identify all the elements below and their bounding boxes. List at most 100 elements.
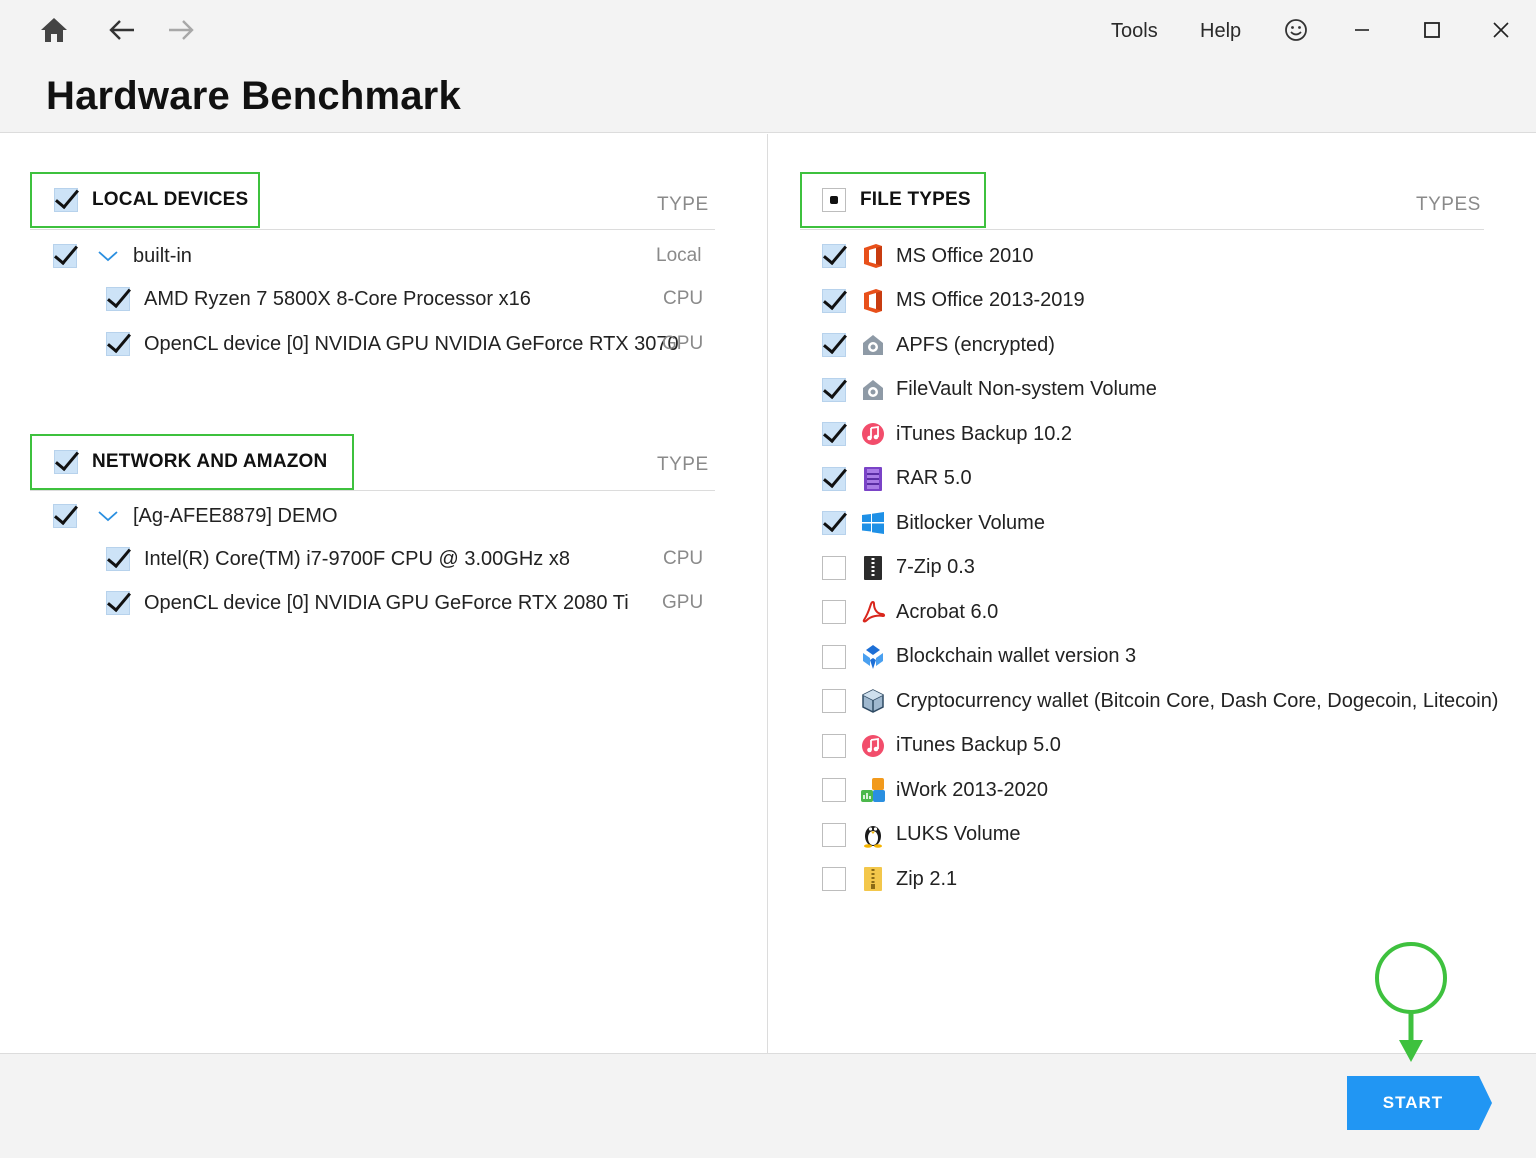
file-type-row[interactable]: FileVault Non-system Volume	[822, 373, 1512, 407]
device-row[interactable]: Intel(R) Core(TM) i7-9700F CPU @ 3.00GHz…	[106, 542, 715, 576]
network-group-row[interactable]: [Ag-AFEE8879] DEMO	[53, 499, 715, 533]
arrow-left-icon	[109, 20, 134, 40]
forward-button[interactable]	[163, 12, 199, 48]
network-header: NETWORK AND AMAZON	[30, 434, 354, 490]
file-type-checkbox[interactable]	[822, 600, 846, 624]
device-row[interactable]: OpenCL device [0] NVIDIA GPU GeForce RTX…	[106, 586, 715, 620]
file-type-label: iTunes Backup 5.0	[896, 734, 1061, 756]
device-type: CPU	[663, 288, 704, 309]
local-type-header: TYPE	[657, 194, 709, 215]
device-type: GPU	[662, 592, 704, 613]
file-types-header-divider	[800, 229, 1484, 230]
chevron-down-icon[interactable]	[97, 245, 119, 267]
file-type-row[interactable]: Acrobat 6.0	[822, 595, 1512, 629]
arrow-right-icon	[169, 20, 194, 40]
file-type-checkbox[interactable]	[822, 822, 846, 847]
iwork-icon	[860, 777, 886, 803]
file-type-checkbox[interactable]	[822, 333, 846, 357]
file-type-row[interactable]: iWork 2013-2020	[822, 773, 1512, 807]
7zip-icon	[860, 555, 886, 581]
file-type-row[interactable]: 7-Zip 0.3	[822, 551, 1512, 585]
rar-icon	[860, 466, 886, 492]
local-devices-checkbox[interactable]	[54, 188, 78, 212]
file-type-row[interactable]: MS Office 2010	[822, 239, 1512, 273]
file-type-checkbox[interactable]	[822, 511, 846, 535]
device-checkbox[interactable]	[106, 287, 130, 311]
file-type-label: Bitlocker Volume	[896, 511, 1045, 534]
file-type-row[interactable]: Blockchain wallet version 3	[822, 640, 1512, 674]
device-type: GPU	[662, 333, 704, 354]
device-checkbox[interactable]	[106, 547, 130, 571]
file-type-checkbox[interactable]	[822, 644, 846, 669]
highlight-circle	[1375, 942, 1447, 1014]
file-type-checkbox[interactable]	[822, 867, 846, 891]
home-icon	[41, 18, 67, 42]
network-checkbox[interactable]	[54, 450, 78, 474]
blockchain-icon	[860, 644, 886, 670]
arrow-down-icon	[1399, 1012, 1423, 1062]
local-header-divider	[30, 229, 715, 230]
zip-icon	[860, 866, 886, 892]
file-type-checkbox[interactable]	[822, 422, 846, 446]
device-label: OpenCL device [0] NVIDIA GPU NVIDIA GeFo…	[144, 332, 679, 355]
network-group-checkbox[interactable]	[53, 504, 77, 528]
windows-icon	[860, 510, 886, 536]
file-type-row[interactable]: Bitlocker Volume	[822, 506, 1512, 540]
maximize-icon	[1424, 22, 1440, 38]
file-type-row[interactable]: Cryptocurrency wallet (Bitcoin Core, Das…	[822, 684, 1512, 718]
local-devices-header: LOCAL DEVICES	[30, 172, 260, 228]
device-label: OpenCL device [0] NVIDIA GPU GeForce RTX…	[144, 591, 629, 614]
file-types-label: FILE TYPES	[860, 189, 971, 210]
file-type-checkbox[interactable]	[822, 778, 846, 802]
file-type-checkbox[interactable]	[822, 733, 846, 758]
file-type-checkbox[interactable]	[822, 689, 846, 713]
local-group-row[interactable]: built-in Local	[53, 239, 715, 273]
file-types-header: FILE TYPES	[800, 172, 986, 228]
minimize-button[interactable]	[1344, 12, 1380, 48]
local-group-type: Local	[656, 245, 702, 266]
file-types-checkbox[interactable]	[822, 188, 846, 212]
file-type-row[interactable]: iTunes Backup 5.0	[822, 729, 1512, 763]
file-type-label: MS Office 2010	[896, 244, 1034, 267]
file-type-row[interactable]: MS Office 2013-2019	[822, 284, 1512, 318]
file-type-row[interactable]: iTunes Backup 10.2	[822, 417, 1512, 451]
file-type-label: APFS (encrypted)	[896, 333, 1055, 356]
home-button[interactable]	[36, 12, 72, 48]
device-row[interactable]: OpenCL device [0] NVIDIA GPU NVIDIA GeFo…	[106, 327, 715, 361]
file-type-checkbox[interactable]	[822, 555, 846, 580]
file-type-label: Blockchain wallet version 3	[896, 645, 1137, 667]
close-button[interactable]	[1483, 12, 1519, 48]
file-type-row[interactable]: RAR 5.0	[822, 462, 1512, 496]
feedback-button[interactable]	[1278, 12, 1314, 48]
panel-divider	[767, 134, 768, 1053]
file-type-label: Cryptocurrency wallet (Bitcoin Core, Das…	[896, 689, 1499, 712]
file-type-checkbox[interactable]	[822, 288, 846, 313]
back-button[interactable]	[104, 12, 140, 48]
network-type-header: TYPE	[657, 454, 709, 475]
footer-bar	[0, 1053, 1536, 1158]
start-button[interactable]: START	[1347, 1076, 1492, 1130]
device-checkbox[interactable]	[106, 591, 130, 615]
acrobat-icon	[860, 599, 886, 625]
maximize-button[interactable]	[1414, 12, 1450, 48]
device-checkbox[interactable]	[106, 332, 130, 356]
chevron-down-icon[interactable]	[97, 505, 119, 527]
file-type-row[interactable]: Zip 2.1	[822, 862, 1512, 896]
local-devices-label: LOCAL DEVICES	[92, 189, 249, 210]
ms-office-icon	[860, 288, 886, 314]
device-row[interactable]: AMD Ryzen 7 5800X 8-Core Processor x16 C…	[106, 282, 715, 316]
file-type-checkbox[interactable]	[822, 466, 846, 491]
file-type-row[interactable]: APFS (encrypted)	[822, 328, 1512, 362]
file-types-type-header: TYPES	[1416, 194, 1481, 215]
file-type-label: Zip 2.1	[896, 867, 958, 890]
file-type-checkbox[interactable]	[822, 244, 846, 268]
file-type-checkbox[interactable]	[822, 377, 846, 402]
menu-help[interactable]: Help	[1200, 20, 1241, 43]
apfs-icon	[860, 332, 886, 358]
file-type-label: FileVault Non-system Volume	[896, 378, 1157, 400]
local-group-checkbox[interactable]	[53, 244, 77, 268]
ms-office-icon	[860, 243, 886, 269]
title-bar: Tools Help Hardware Benchmark	[0, 0, 1536, 133]
menu-tools[interactable]: Tools	[1111, 20, 1158, 43]
file-type-row[interactable]: LUKS Volume	[822, 818, 1512, 852]
